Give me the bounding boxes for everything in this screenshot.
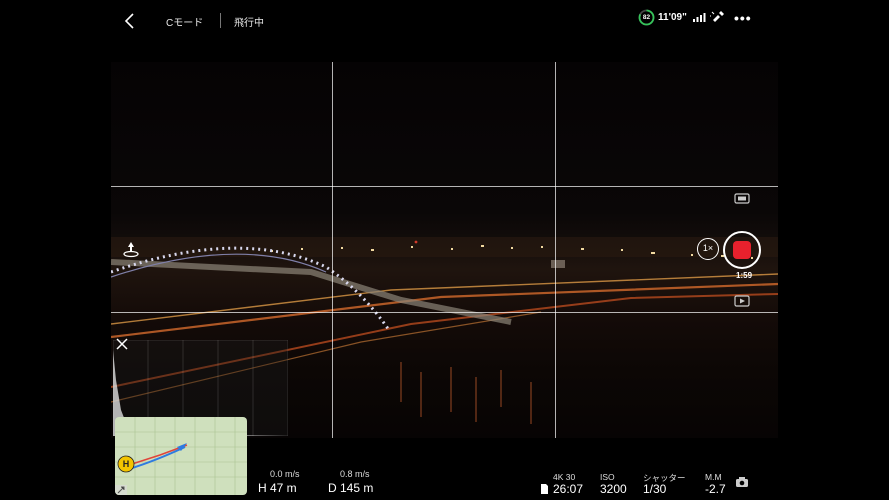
grid-line-h1: [111, 186, 778, 187]
height-label: H: [258, 481, 267, 495]
record-button[interactable]: [723, 231, 761, 269]
close-icon[interactable]: [116, 338, 128, 350]
flight-mode-label[interactable]: Cモード: [166, 14, 203, 29]
grid-line-h2: [111, 312, 778, 313]
obstacle-avoidance-icon[interactable]: [121, 240, 141, 258]
camera-settings-icon[interactable]: [735, 476, 749, 488]
distance-value: 145 m: [340, 481, 374, 495]
satellite-icon: [710, 11, 724, 22]
height-value: 47 m: [270, 481, 297, 495]
exposure-value[interactable]: -2.7: [705, 482, 726, 496]
playback-icon[interactable]: [734, 295, 750, 307]
signal-strength-icon: [693, 13, 706, 22]
home-point-label: H: [122, 459, 130, 469]
distance-label: D: [328, 481, 337, 495]
sd-card-icon: [541, 484, 548, 494]
iso-value[interactable]: 3200: [600, 482, 627, 496]
battery-percent: 82: [642, 14, 651, 21]
top-bar: Cモード 飛行中 82 11'09" •••: [0, 0, 889, 42]
zoom-button[interactable]: 1×: [697, 238, 719, 260]
more-options-icon[interactable]: •••: [734, 10, 752, 26]
grid-line-v1: [332, 62, 333, 438]
back-arrow-icon[interactable]: [122, 12, 138, 30]
storage-remaining: 26:07: [553, 482, 584, 496]
photo-mode-icon[interactable]: [734, 192, 750, 204]
remaining-flight-time: 11'09": [658, 12, 687, 23]
exposure-label: M.M: [705, 472, 722, 482]
record-time: 1:59: [736, 271, 753, 280]
header-divider: [220, 13, 221, 28]
vertical-speed: 0.8 m/s: [340, 469, 370, 479]
iso-label: ISO: [600, 472, 615, 482]
shutter-value[interactable]: 1/30: [643, 482, 666, 496]
record-dot-icon: [733, 241, 751, 259]
horizontal-speed: 0.0 m/s: [270, 469, 300, 479]
resolution-label: 4K 30: [553, 472, 576, 482]
grid-line-v2: [555, 62, 556, 438]
flight-status-label: 飛行中: [234, 18, 264, 29]
